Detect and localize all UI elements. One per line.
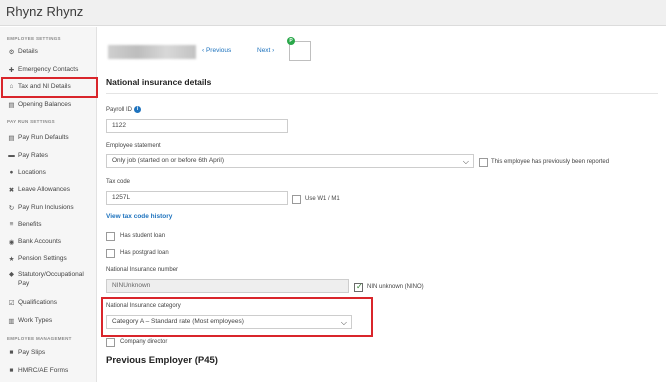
- sidebar-item-locations[interactable]: ● Locations: [7, 166, 95, 179]
- sidebar-item-label: Details: [18, 48, 38, 55]
- company-director-label: Company director: [120, 339, 168, 345]
- next-link[interactable]: Next ›: [257, 47, 274, 54]
- scissors-icon: ✖: [8, 186, 15, 194]
- money-icon: ▬: [8, 152, 15, 159]
- sidebar-item-pay-slips[interactable]: ■ Pay Slips: [7, 346, 95, 359]
- highlight-box-tax-ni: [1, 77, 98, 98]
- payroll-id-input[interactable]: 1122: [106, 119, 288, 133]
- sidebar-item-pay-run-defaults[interactable]: ▤ Pay Run Defaults: [7, 131, 95, 144]
- has-student-loan-checkbox[interactable]: [106, 232, 115, 241]
- sidebar-item-label: Pay Run Inclusions: [18, 204, 74, 211]
- payslip-icon: ■: [9, 349, 14, 356]
- payroll-id-label: Payroll ID i: [106, 106, 142, 113]
- sidebar-item-emergency-contacts[interactable]: ✚ Emergency Contacts: [7, 63, 95, 76]
- sidebar-item-label: Work Types: [18, 317, 53, 324]
- sidebar-item-statutory-occupational-pay[interactable]: ◆ Statutory/Occupational Pay: [7, 270, 95, 292]
- nin-unknown-checkbox[interactable]: [354, 282, 363, 292]
- previously-reported-label: This employee has previously been report…: [491, 159, 610, 165]
- divider: [106, 93, 658, 94]
- previously-reported-checkbox[interactable]: [479, 158, 488, 167]
- sidebar-item-opening-balances[interactable]: ▤ Opening Balances: [7, 98, 95, 111]
- sidebar-item-pay-rates[interactable]: ▬ Pay Rates: [7, 149, 95, 162]
- sidebar-item-qualifications[interactable]: ☑ Qualifications: [7, 296, 95, 309]
- top-bar: Rhynz Rhynz: [0, 0, 666, 26]
- sidebar-item-pay-run-inclusions[interactable]: ↻ Pay Run Inclusions: [7, 201, 95, 214]
- has-postgrad-loan-checkbox[interactable]: [106, 249, 115, 258]
- clipboard-icon: ▥: [8, 317, 15, 325]
- ledger-icon: ▤: [8, 101, 15, 109]
- sidebar-item-label: Locations: [18, 169, 46, 176]
- employee-statement-select[interactable]: Only job (started on or before 6th April…: [106, 154, 474, 168]
- section-title: National insurance details: [106, 77, 212, 87]
- employee-statement-value: Only job (started on or before 6th April…: [112, 157, 225, 164]
- sidebar-item-label: HMRC/AE Forms: [18, 367, 69, 374]
- sidebar-item-label: Statutory/Occupational Pay: [18, 271, 84, 287]
- sidebar-item-label: Leave Allowances: [18, 186, 71, 193]
- ni-number-label: National Insurance number: [106, 267, 179, 273]
- globe-icon: ●: [9, 169, 14, 176]
- sidebar-item-label: Bank Accounts: [18, 238, 61, 245]
- checklist-icon: ☑: [8, 299, 15, 307]
- logo-badge: P: [287, 37, 295, 45]
- sidebar-item-details[interactable]: ⚙ Details: [7, 45, 95, 58]
- sidebar-section-employee-settings: EMPLOYEE SETTINGS: [7, 36, 61, 41]
- info-icon[interactable]: i: [134, 106, 142, 113]
- plus-icon: ✚: [8, 66, 15, 74]
- ni-number-input[interactable]: NINUnknown: [106, 279, 349, 293]
- sidebar-item-leave-allowances[interactable]: ✖ Leave Allowances: [7, 183, 95, 196]
- sidebar-item-label: Pay Slips: [18, 349, 46, 356]
- redacted-employee-name: [108, 45, 196, 59]
- employee-logo: P: [287, 37, 311, 61]
- sidebar-item-label: Opening Balances: [18, 101, 72, 108]
- sidebar-item-label: Pension Settings: [18, 255, 67, 262]
- app-title: Rhynz Rhynz: [6, 4, 84, 19]
- sidebar-item-label: Benefits: [18, 221, 42, 228]
- star-icon: ★: [8, 255, 15, 263]
- view-tax-code-history-link[interactable]: View tax code history: [106, 213, 172, 220]
- document-icon: ▤: [8, 134, 15, 142]
- tax-code-label: Tax code: [106, 179, 131, 185]
- sidebar-item-benefits[interactable]: ≡ Benefits: [7, 218, 95, 231]
- gear-icon: ⚙: [8, 48, 15, 56]
- sidebar-item-label: Qualifications: [18, 299, 58, 306]
- sidebar-item-hmrc-ae-forms[interactable]: ■ HMRC/AE Forms: [7, 364, 95, 377]
- sidebar-section-employee-management: EMPLOYEE MANAGEMENT: [7, 336, 72, 341]
- tag-icon: ◆: [9, 271, 14, 278]
- use-w1-m1-checkbox[interactable]: [292, 195, 301, 204]
- employee-statement-label: Employee statement: [106, 143, 161, 149]
- has-student-loan-label: Has student loan: [120, 233, 166, 239]
- previous-link[interactable]: ‹ Previous: [202, 47, 231, 54]
- sidebar-item-work-types[interactable]: ▥ Work Types: [7, 314, 95, 327]
- form-icon: ■: [9, 367, 14, 374]
- sidebar-item-label: Pay Run Defaults: [18, 134, 69, 141]
- tax-code-input[interactable]: 1257L: [106, 191, 288, 205]
- company-director-checkbox[interactable]: [106, 338, 115, 347]
- refresh-icon: ↻: [8, 204, 15, 212]
- sidebar-item-label: Pay Rates: [18, 152, 48, 159]
- chart-icon: ≡: [9, 221, 14, 228]
- has-postgrad-loan-label: Has postgrad loan: [120, 250, 169, 256]
- sidebar-item-label: Emergency Contacts: [18, 66, 79, 73]
- sidebar-item-bank-accounts[interactable]: ◉ Bank Accounts: [7, 235, 95, 248]
- sidebar-item-pension-settings[interactable]: ★ Pension Settings: [7, 252, 95, 265]
- previous-employer-title: Previous Employer (P45): [106, 355, 218, 366]
- chevron-down-icon: ⌵: [462, 157, 469, 166]
- sidebar-section-pay-run-settings: PAY RUN SETTINGS: [7, 119, 55, 124]
- highlight-box-ni-category: [101, 297, 373, 337]
- bank-circle-icon: ◉: [8, 238, 15, 246]
- use-w1-m1-label: Use W1 / M1: [305, 196, 340, 202]
- nin-unknown-label: NIN unknown (NINO): [367, 284, 424, 290]
